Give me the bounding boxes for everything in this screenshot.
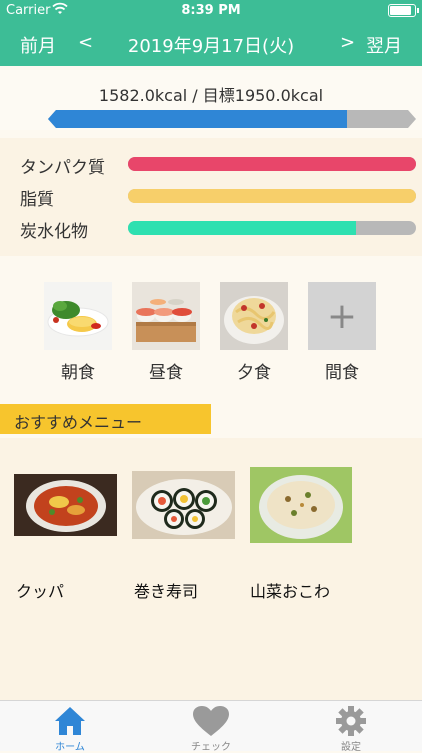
- month-navigation-bar: 前月 < 2019年9月17日(火) > 翌月: [0, 20, 422, 66]
- nutrient-row-carbs: 炭水化物: [0, 216, 422, 242]
- status-time: 8:39 PM: [181, 3, 241, 18]
- sushi-photo[interactable]: [132, 282, 200, 350]
- recommend-item-makizushi-label: 巻き寿司: [134, 582, 199, 601]
- nutrient-section: タンパク質 脂質 炭水化物: [0, 138, 422, 256]
- gear-icon[interactable]: [311, 705, 391, 737]
- calorie-progress-bar: [48, 110, 416, 128]
- meal-breakfast[interactable]: 朝食: [44, 282, 112, 383]
- calorie-progress-fill: [48, 110, 347, 128]
- recommend-header: おすすめメニュー: [0, 404, 211, 434]
- meal-snack[interactable]: + 間食: [308, 282, 376, 383]
- tab-bar: ホーム チェック 設定: [0, 700, 422, 753]
- carbs-bar: [128, 221, 416, 235]
- tab-home-label: ホーム: [55, 742, 85, 753]
- meal-breakfast-label: 朝食: [61, 363, 95, 383]
- meal-lunch-label: 昼食: [149, 363, 183, 383]
- meal-lunch[interactable]: 昼食: [132, 282, 200, 383]
- tab-home[interactable]: ホーム: [30, 705, 110, 753]
- meal-section: 朝食 昼食 夕食 + 間食: [0, 270, 422, 390]
- protein-bar-fill: [128, 157, 416, 171]
- heart-icon[interactable]: [171, 705, 251, 737]
- fat-label: 脂質: [20, 190, 54, 210]
- current-date: 2019年9月17日(火): [127, 36, 295, 57]
- recommend-item-okowa[interactable]: 山菜おこわ: [250, 467, 352, 601]
- meal-dinner[interactable]: 夕食: [220, 282, 288, 383]
- carbs-label: 炭水化物: [20, 222, 88, 242]
- home-icon[interactable]: [30, 705, 110, 737]
- tab-settings[interactable]: 設定: [311, 705, 391, 753]
- tab-check[interactable]: チェック: [171, 705, 251, 753]
- omelette-salad-photo[interactable]: [44, 282, 112, 350]
- makizushi-photo[interactable]: [132, 471, 235, 539]
- meal-dinner-label: 夕食: [237, 363, 271, 383]
- pasta-photo[interactable]: [220, 282, 288, 350]
- meal-snack-label: 間食: [325, 363, 359, 383]
- tab-settings-label: 設定: [341, 742, 361, 753]
- protein-bar: [128, 157, 416, 171]
- plus-icon[interactable]: +: [308, 282, 376, 350]
- recommend-title: おすすめメニュー: [14, 413, 143, 432]
- recommend-list: クッパ 巻き寿司 山菜おこわ: [0, 438, 422, 700]
- gukbap-photo[interactable]: [14, 474, 117, 536]
- fat-bar-fill: [128, 189, 416, 203]
- fat-bar: [128, 189, 416, 203]
- nutrient-row-fat: 脂質: [0, 184, 422, 210]
- battery-icon: [388, 4, 419, 17]
- calorie-summary: 1582.0kcal / 目標1950.0kcal: [0, 70, 422, 130]
- recommend-item-okowa-label: 山菜おこわ: [250, 582, 331, 601]
- recommend-item-gukbap[interactable]: クッパ: [14, 474, 117, 601]
- sansai-okowa-photo[interactable]: [250, 467, 352, 543]
- recommend-item-gukbap-label: クッパ: [16, 582, 65, 601]
- next-month-button[interactable]: 翌月: [366, 32, 402, 58]
- next-day-button[interactable]: >: [340, 32, 355, 53]
- protein-label: タンパク質: [20, 158, 105, 178]
- calorie-text: 1582.0kcal / 目標1950.0kcal: [98, 86, 324, 105]
- carbs-bar-fill: [128, 221, 356, 235]
- tab-check-label: チェック: [191, 742, 231, 753]
- nutrient-row-protein: タンパク質: [0, 152, 422, 178]
- recommend-item-makizushi[interactable]: 巻き寿司: [132, 471, 235, 601]
- status-bar: Carrier 8:39 PM: [0, 0, 422, 20]
